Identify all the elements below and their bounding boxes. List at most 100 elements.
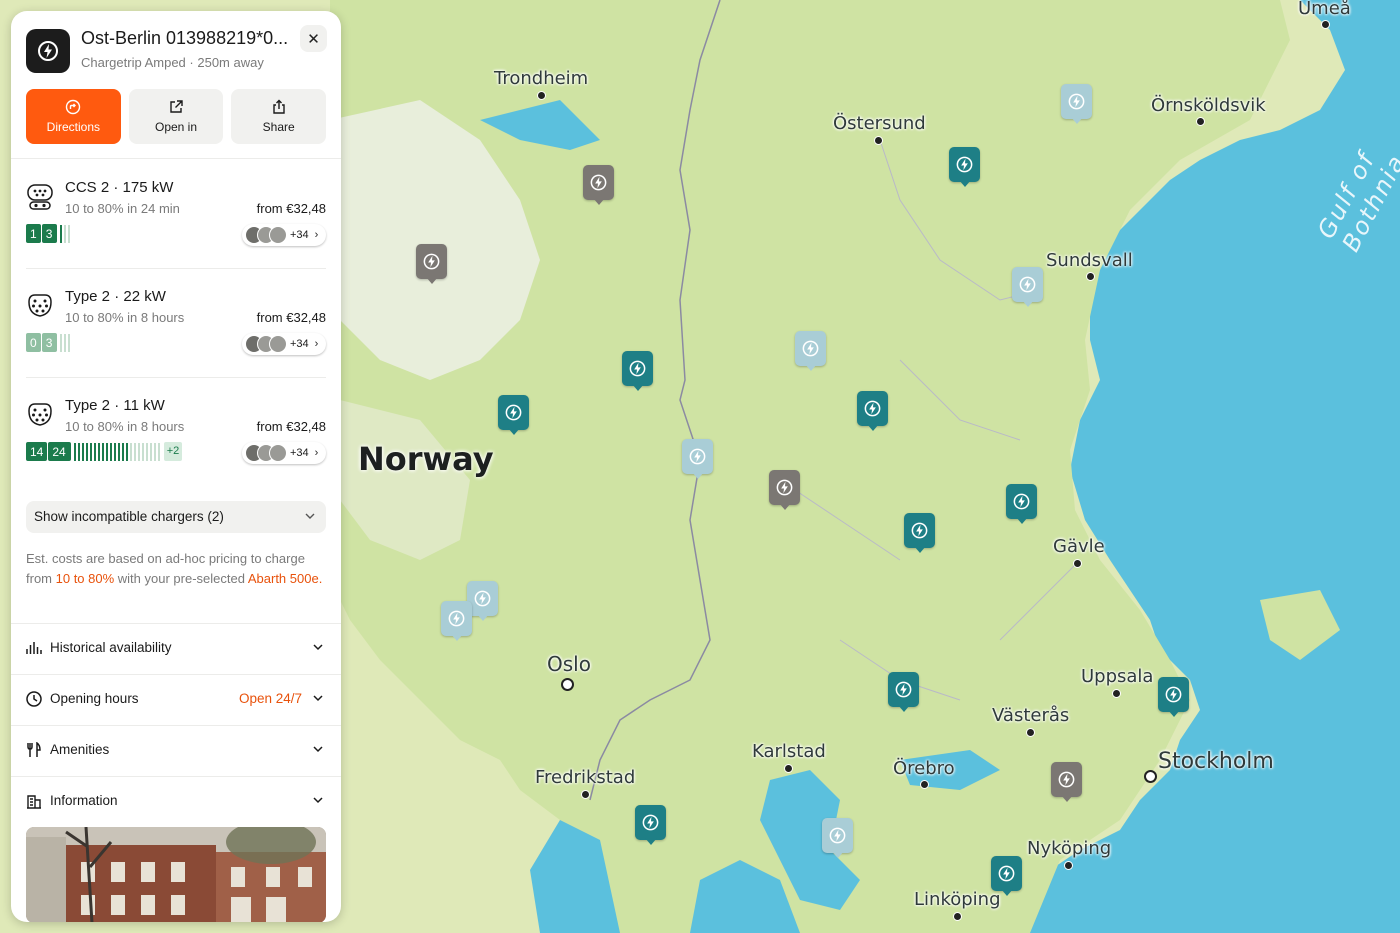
charger-pin[interactable] [904,513,935,557]
city-dot [874,136,883,145]
connector-name: Type 2 · 22 kW [65,288,166,305]
city-label[interactable]: Gävle [1053,536,1105,557]
show-incompatible-button[interactable]: Show incompatible chargers (2) [26,501,326,533]
bar-occupied [157,442,160,461]
city-label[interactable]: Örebro [893,758,955,779]
city-label[interactable]: Stockholm [1158,749,1274,774]
pin-tail [426,277,438,284]
city-dot [1112,689,1121,698]
bar-available [89,442,92,461]
charger-pin[interactable] [1006,484,1037,528]
connector-type2-11kw[interactable]: Type 2 · 11 kW 10 to 80% in 8 hours from… [26,397,326,487]
directions-button[interactable]: Directions [26,89,121,144]
directions-icon [66,99,81,115]
bar-occupied [141,442,144,461]
charger-pin[interactable] [635,805,666,849]
payment-cards-button[interactable]: +34 › [242,224,326,246]
pin-tail [832,851,844,858]
charger-bolt-icon [38,41,58,61]
city-label[interactable]: Sundsvall [1046,250,1133,271]
availability-bars [60,224,71,243]
chevron-down-icon [313,797,323,804]
city-label[interactable]: Östersund [833,113,926,134]
bar-available [105,442,108,461]
pin-body [583,165,614,200]
charger-pin[interactable] [795,331,826,375]
connector-name: Type 2 · 11 kW [65,397,165,414]
divider [26,268,326,269]
city-label[interactable]: Västerås [992,705,1069,726]
connector-ccs2[interactable]: CCS 2 · 175 kW 10 to 80% in 24 min from … [26,179,326,269]
payment-cards-button[interactable]: +34 › [242,333,326,355]
bar-occupied [133,442,136,461]
charger-pin[interactable] [888,672,919,716]
pin-tail [477,614,489,621]
charger-pin[interactable] [416,244,447,288]
city-label[interactable]: Karlstad [752,741,826,762]
charger-pin[interactable] [441,601,472,645]
city-label[interactable]: Linköping [914,889,1001,910]
charge-time: 10 to 80% in 24 min [65,201,180,216]
share-button[interactable]: Share [231,89,327,144]
charger-bolt-icon [474,590,491,607]
charger-pin[interactable] [769,470,800,514]
bar-available [125,442,128,461]
charger-pin[interactable] [583,165,614,209]
charger-pin[interactable] [991,856,1022,900]
charger-pin[interactable] [682,439,713,483]
city-label[interactable]: Örnsköldsvik [1151,95,1266,116]
charger-pin[interactable] [622,351,653,395]
opening-hours-row[interactable]: Opening hours Open 24/7 [11,675,341,725]
city-label[interactable]: Uppsala [1081,666,1153,687]
vehicle-link[interactable]: Abarth 500e. [248,571,322,586]
city-dot [1073,559,1082,568]
divider [26,377,326,378]
city-dot [784,764,793,773]
availability-bars [60,333,71,352]
charger-pin[interactable] [498,395,529,439]
station-photo[interactable] [26,827,326,922]
chart-icon [26,642,42,654]
charger-bolt-icon [802,340,819,357]
amenities-row[interactable]: Amenities [11,726,341,776]
city-label[interactable]: Oslo [547,652,591,676]
charger-pin[interactable] [857,391,888,435]
connector-name: CCS 2 · 175 kW [65,179,174,196]
pin-body [441,601,472,636]
connector-type2-22kw[interactable]: Type 2 · 22 kW 10 to 80% in 8 hours from… [26,288,326,378]
historical-availability-row[interactable]: Historical availability [11,624,341,674]
charge-range-link[interactable]: 10 to 80% [56,571,115,586]
close-button[interactable]: ✕ [300,25,327,52]
information-row[interactable]: Information [11,777,341,827]
charger-pin[interactable] [822,818,853,862]
city-label[interactable]: Fredrikstad [535,767,635,788]
charger-pin[interactable] [949,147,980,191]
bar-occupied [149,442,152,461]
city-dot [1321,20,1330,29]
charger-pin[interactable] [1012,267,1043,311]
cutlery-icon [27,742,41,757]
payment-cards-button[interactable]: +34 › [242,442,326,464]
pin-body [498,395,529,430]
open-in-button[interactable]: Open in [128,89,224,144]
pin-tail [1071,117,1083,124]
city-dot [953,912,962,921]
bar-available [121,442,124,461]
pin-body [949,147,980,182]
city-label[interactable]: Nyköping [1027,838,1111,859]
city-label[interactable]: Trondheim [494,68,588,89]
charger-bolt-icon [1019,276,1036,293]
pin-tail [1016,517,1028,524]
city-label[interactable]: Umeå [1298,0,1351,19]
charger-pin[interactable] [1061,84,1092,128]
city-dot [920,780,929,789]
charger-pin[interactable] [1051,762,1082,806]
charge-price: from €32,48 [256,419,326,434]
charger-bolt-icon [1068,93,1085,110]
capital-dot [561,678,574,691]
charge-price: from €32,48 [256,310,326,325]
charger-pin[interactable] [1158,677,1189,721]
charger-bolt-icon [642,814,659,831]
city-dot [1026,728,1035,737]
pin-body [904,513,935,548]
